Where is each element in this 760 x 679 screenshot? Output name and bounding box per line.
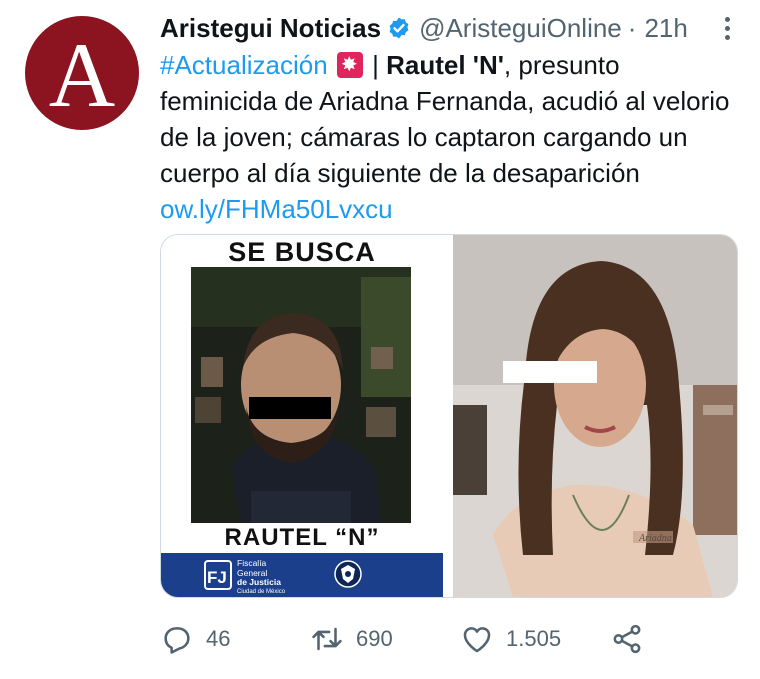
like-button[interactable]: 1.505 xyxy=(460,614,561,664)
face-censor-bar xyxy=(249,397,331,419)
verified-badge-icon xyxy=(389,17,409,39)
hashtag-link[interactable]: #Actualización xyxy=(160,50,328,80)
more-options-icon[interactable] xyxy=(714,10,740,46)
author-name[interactable]: Aristegui Noticias xyxy=(160,13,381,44)
agency-name: Fiscalía General de Justicia Ciudad de M… xyxy=(237,558,286,597)
police-seal-icon xyxy=(334,560,362,588)
victim-photo-image[interactable]: Ariadna xyxy=(453,235,737,597)
avatar-logo-letter: A xyxy=(48,24,116,126)
reply-button[interactable]: 46 xyxy=(160,614,230,664)
share-button[interactable] xyxy=(610,614,644,664)
text-pipe: | xyxy=(364,50,387,80)
tattoo-text: Ariadna xyxy=(638,533,672,544)
header-separator: · xyxy=(627,12,637,43)
reply-count: 46 xyxy=(206,626,231,651)
tweet-url-link[interactable]: ow.ly/FHMa50Lvxcu xyxy=(160,194,393,224)
reply-icon xyxy=(164,627,190,654)
retweet-count: 690 xyxy=(356,626,393,651)
author-handle[interactable]: @AristeguiOnline xyxy=(419,13,622,44)
agency-line-4: Ciudad de México xyxy=(237,588,286,595)
suspect-name-bold: Rautel 'N' xyxy=(386,50,504,80)
siren-emoji-icon xyxy=(336,52,363,78)
suspect-photo xyxy=(191,267,411,523)
svg-text:FJ: FJ xyxy=(207,568,227,587)
agency-line-3: de Justicia xyxy=(237,577,281,587)
share-icon xyxy=(613,624,641,654)
tweet-actions: 46 690 1.505 xyxy=(160,614,740,664)
tweet-media[interactable]: SE BUSCA RAUTEL “N” FJ Fiscalía General … xyxy=(160,234,738,598)
poster-heading: SE BUSCA xyxy=(228,237,376,267)
poster-name: RAUTEL “N” xyxy=(224,524,380,551)
tweet-header: Aristegui Noticias @AristeguiOnline · 21… xyxy=(160,10,740,46)
poster-footer: FJ Fiscalía General de Justicia Ciudad d… xyxy=(161,553,443,597)
tweet-text: #Actualización | Rautel 'N', presunto fe… xyxy=(160,47,730,227)
like-count: 1.505 xyxy=(506,626,562,651)
face-censor-bar xyxy=(503,361,597,383)
victim-photo-art: Ariadna xyxy=(453,235,737,597)
profile-avatar[interactable]: A xyxy=(25,16,139,130)
suspect-photo-art xyxy=(191,267,411,523)
wanted-poster-image[interactable]: SE BUSCA RAUTEL “N” FJ Fiscalía General … xyxy=(161,235,443,597)
tweet-timestamp[interactable]: 21h xyxy=(644,13,687,44)
heart-icon xyxy=(463,627,491,653)
retweet-icon xyxy=(312,627,342,651)
fgj-logo-icon: FJ xyxy=(204,560,232,590)
retweet-button[interactable]: 690 xyxy=(310,614,393,664)
